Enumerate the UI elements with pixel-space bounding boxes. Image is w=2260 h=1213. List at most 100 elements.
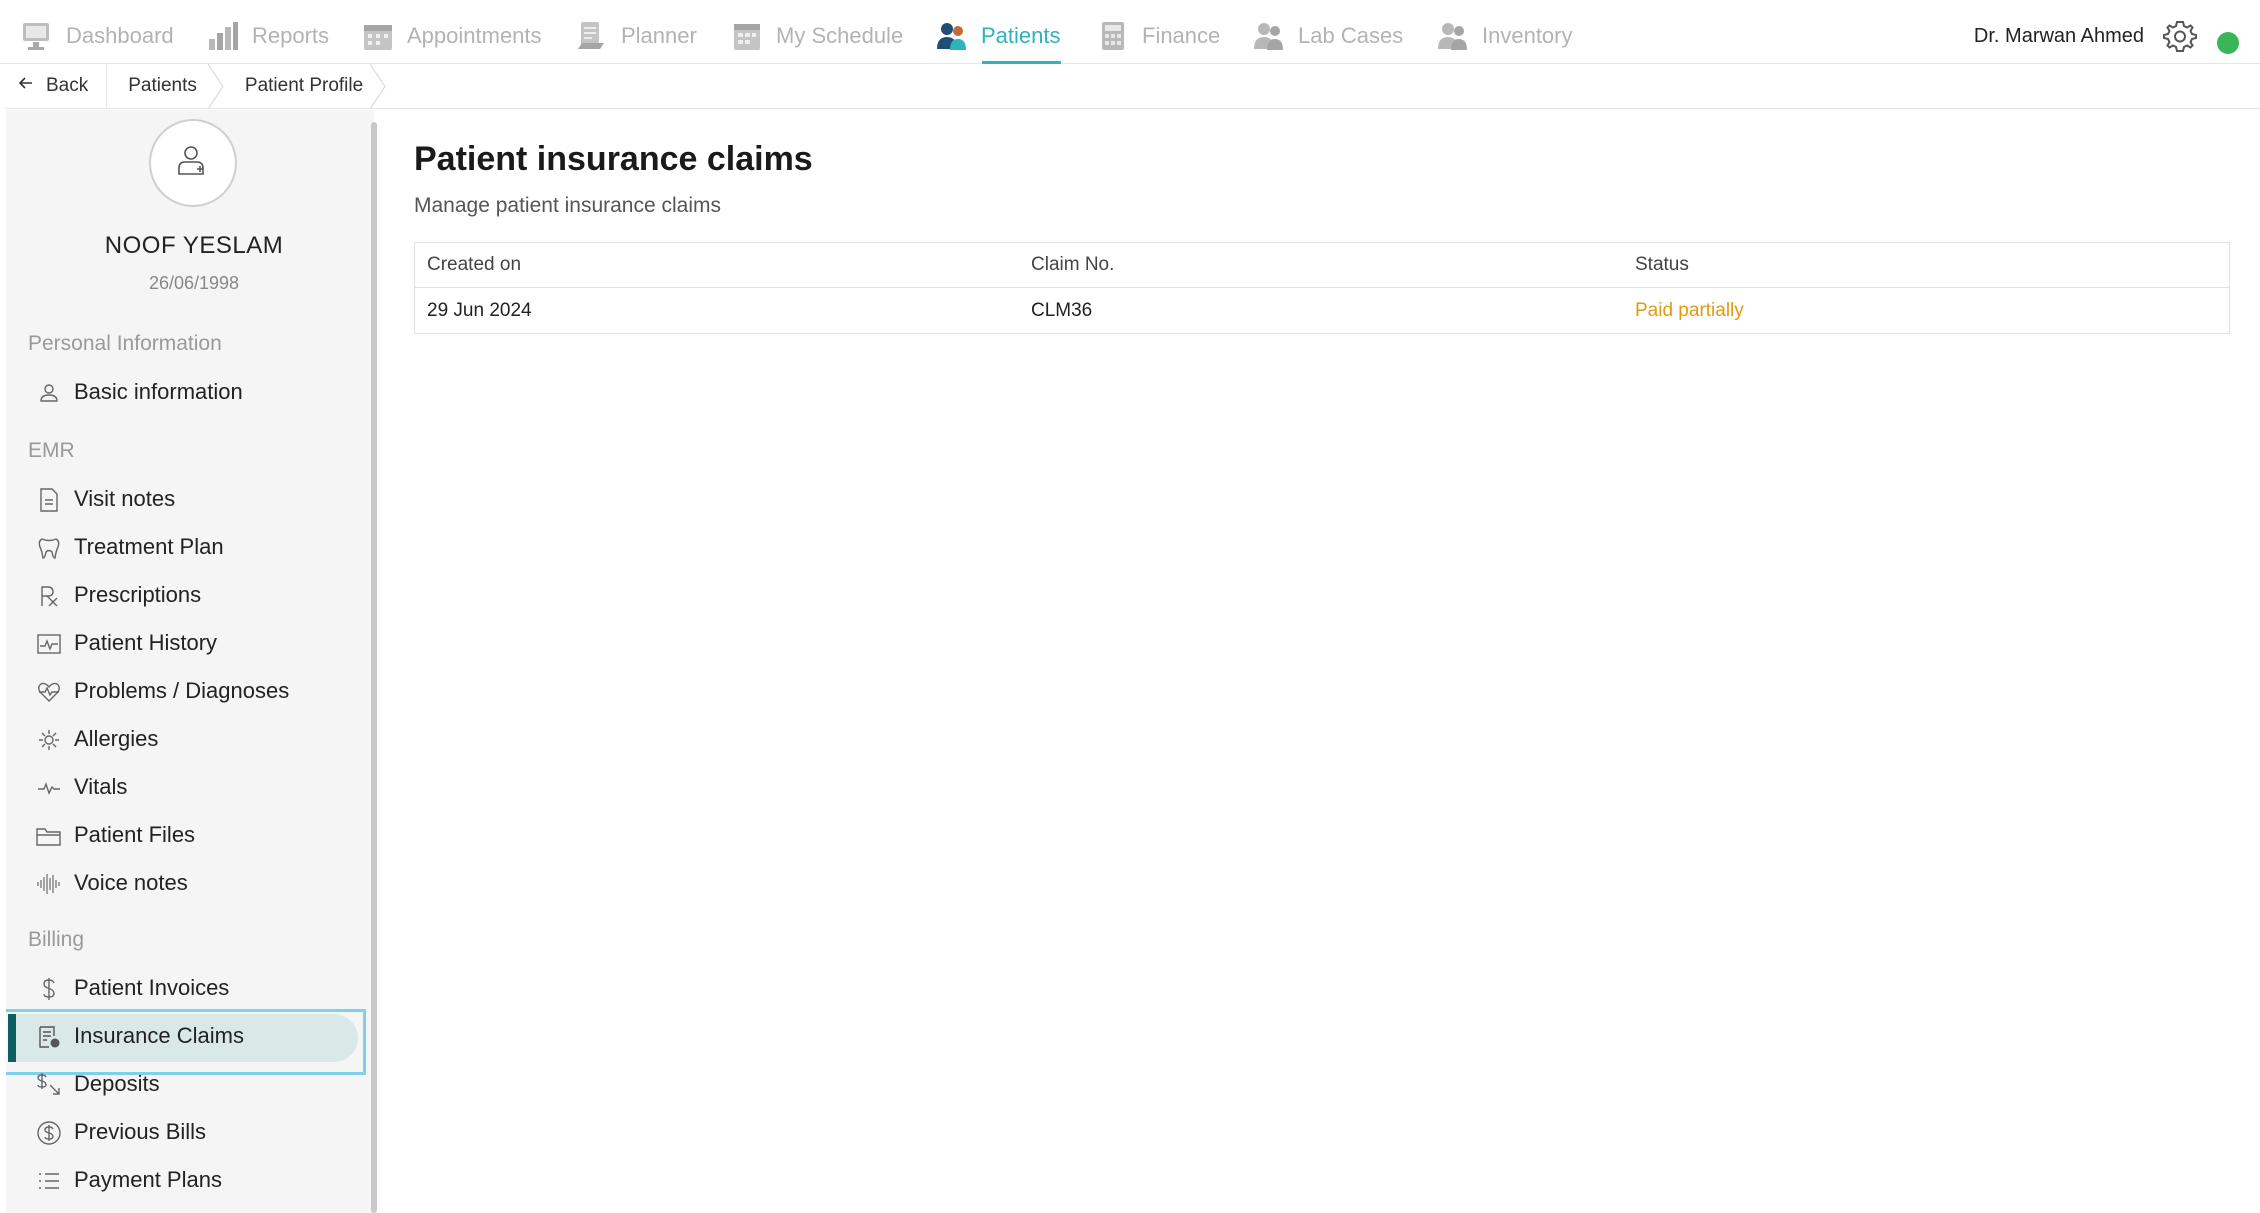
sidebar-item-basic-information[interactable]: Basic information: [6, 368, 362, 416]
lab-cases-icon: [1252, 19, 1286, 53]
sidebar-item-previous-bills[interactable]: Previous Bills: [6, 1108, 362, 1156]
sidebar-item-label: Treatment Plan: [74, 534, 224, 559]
sidebar-item-treatment-plan[interactable]: Treatment Plan: [6, 523, 362, 571]
sidebar-item-visit-notes[interactable]: Visit notes: [6, 475, 362, 523]
dollar-circle-icon: [36, 1120, 62, 1146]
nav-label: Lab Cases: [1298, 23, 1404, 48]
gear-icon[interactable]: [2163, 19, 2197, 53]
sidebar-item-allergies[interactable]: Allergies: [6, 715, 362, 763]
main-content: Patient insurance claims Manage patient …: [380, 110, 2260, 1213]
sidebar-item-insurance-claims[interactable]: Insurance Claims: [6, 1009, 366, 1075]
appointments-icon: [361, 19, 395, 53]
nav-lab-cases[interactable]: Lab Cases: [1252, 8, 1403, 64]
page-title: Patient insurance claims: [414, 140, 813, 178]
nav-appointments[interactable]: Appointments: [361, 8, 542, 64]
sidebar-item-payment-plans[interactable]: Payment Plans: [6, 1156, 362, 1204]
claims-table: Created on Claim No. Status 29 Jun 2024 …: [414, 242, 2230, 334]
nav-planner[interactable]: Planner: [575, 8, 697, 64]
active-indicator: [8, 1014, 16, 1062]
breadcrumb-patients[interactable]: Patients: [107, 63, 224, 109]
sidebar-item-patient-invoices[interactable]: Patient Invoices: [6, 964, 362, 1012]
sidebar-item-label: Payment Plans: [74, 1167, 222, 1192]
sidebar-item-label: Insurance Claims: [74, 1023, 244, 1048]
nav-label: Reports: [252, 23, 330, 48]
online-status-indicator: [2217, 32, 2239, 54]
arrow-left-icon: [18, 75, 34, 97]
cell-created-on: 29 Jun 2024: [427, 299, 532, 321]
dollar-icon: [36, 976, 62, 1002]
sidebar-item-label: Patient History: [74, 630, 218, 655]
nav-label: Finance: [1142, 23, 1221, 48]
planner-icon: [575, 19, 609, 53]
user-name[interactable]: Dr. Marwan Ahmed: [1974, 8, 2144, 64]
back-label: Back: [46, 75, 89, 96]
chevron-right-icon: [369, 63, 386, 109]
patient-name: NOOF YESLAM: [104, 232, 284, 259]
section-personal-information: Personal Information: [28, 332, 222, 355]
claim-icon: [36, 1024, 62, 1050]
back-button[interactable]: Back: [6, 63, 108, 109]
sidebar-item-problems-diagnoses[interactable]: Problems / Diagnoses: [6, 667, 362, 715]
avatar[interactable]: [149, 119, 237, 207]
sidebar-item-label: Problems / Diagnoses: [74, 678, 290, 703]
top-navigation: Dashboard Reports Appointments Planner M…: [0, 8, 2260, 64]
page-subtitle: Manage patient insurance claims: [414, 194, 722, 217]
nav-label: Inventory: [1482, 23, 1573, 48]
pulse-icon: [36, 775, 62, 801]
sidebar-item-label: Deposits: [74, 1071, 160, 1096]
nav-label: Patients: [981, 23, 1061, 48]
sidebar-item-voice-notes[interactable]: Voice notes: [6, 859, 362, 907]
nav-dashboard[interactable]: Dashboard: [20, 8, 174, 64]
history-chart-icon: [36, 631, 62, 657]
waveform-icon: [36, 871, 62, 897]
nav-label: My Schedule: [776, 23, 904, 48]
column-header-claim-no[interactable]: Claim No.: [1019, 254, 1623, 276]
sidebar-item-prescriptions[interactable]: Prescriptions: [6, 571, 362, 619]
sidebar-item-vitals[interactable]: Vitals: [6, 763, 362, 811]
rx-icon: [36, 583, 62, 609]
reports-icon: [206, 19, 240, 53]
sidebar-item-patient-files[interactable]: Patient Files: [6, 811, 362, 859]
column-header-created-on[interactable]: Created on: [415, 254, 1019, 276]
column-header-status[interactable]: Status: [1623, 254, 2227, 276]
nav-my-schedule[interactable]: My Schedule: [730, 8, 903, 64]
sidebar-item-label: Allergies: [74, 726, 159, 751]
sidebar-item-patient-history[interactable]: Patient History: [6, 619, 362, 667]
finance-icon: [1096, 19, 1130, 53]
patient-sidebar: NOOF YESLAM 26/06/1998 Personal Informat…: [6, 110, 374, 1213]
person-icon: [36, 380, 62, 406]
section-billing: Billing: [28, 928, 85, 951]
nav-finance[interactable]: Finance: [1096, 8, 1220, 64]
sidebar-item-label: Previous Bills: [74, 1119, 207, 1144]
nav-inventory[interactable]: Inventory: [1436, 8, 1573, 64]
cell-claim-no: CLM36: [1031, 299, 1093, 321]
nav-reports[interactable]: Reports: [206, 8, 329, 64]
table-header: Created on Claim No. Status: [415, 243, 2229, 288]
patients-icon: [935, 19, 969, 53]
table-row[interactable]: 29 Jun 2024 CLM36 Paid partially: [415, 288, 2229, 333]
deposit-icon: [36, 1072, 62, 1098]
sidebar-item-label: Vitals: [74, 774, 128, 799]
nav-label: Planner: [621, 23, 697, 48]
sidebar-item-label: Basic information: [74, 379, 243, 404]
breadcrumb-label: Patients: [128, 75, 197, 96]
sidebar-item-deposits[interactable]: Deposits: [6, 1060, 362, 1108]
nav-patients[interactable]: Patients: [935, 8, 1061, 64]
breadcrumb-label: Patient Profile: [244, 75, 364, 96]
list-icon: [36, 1168, 62, 1194]
sidebar-scrollbar[interactable]: [371, 122, 377, 1213]
nav-label: Dashboard: [66, 23, 174, 48]
add-user-icon: [173, 141, 213, 186]
allergy-icon: [36, 727, 62, 753]
sidebar-item-label: Patient Files: [74, 822, 196, 847]
folder-icon: [36, 823, 62, 849]
document-icon: [36, 487, 62, 513]
sidebar-item-label: Visit notes: [74, 486, 176, 511]
schedule-icon: [730, 19, 764, 53]
dashboard-icon: [20, 19, 54, 53]
section-emr: EMR: [28, 439, 75, 462]
tooth-icon: [36, 535, 62, 561]
heart-pulse-icon: [36, 679, 62, 705]
breadcrumb-patient-profile[interactable]: Patient Profile: [223, 63, 386, 109]
sidebar-item-label: Voice notes: [74, 870, 188, 895]
